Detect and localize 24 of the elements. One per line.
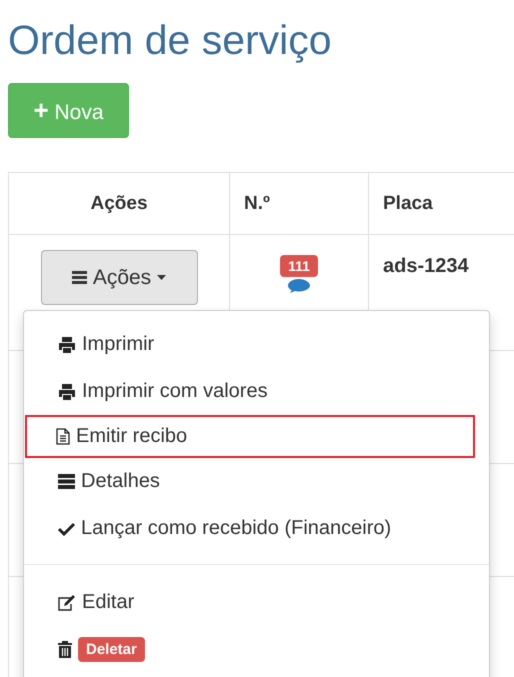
- menu-item[interactable]: Detalhes: [24, 458, 489, 505]
- column-header: N.º: [230, 172, 368, 234]
- printer-icon: [58, 336, 76, 352]
- menu-item[interactable]: Lançar como recebido (Financeiro): [24, 505, 489, 552]
- order-number: 111: [280, 255, 318, 277]
- trash-icon: [58, 641, 72, 658]
- menu-item[interactable]: Emitir recibo: [25, 415, 475, 458]
- menu-item[interactable]: Imprimir com valores: [24, 368, 489, 415]
- menu-item[interactable]: Imprimir: [24, 321, 489, 368]
- page-title: Ordem de serviço: [8, 16, 333, 65]
- delete-menu-item[interactable]: Deletar: [24, 626, 489, 673]
- list-icon: [72, 271, 87, 284]
- caret-icon: [157, 275, 166, 280]
- document-icon: [56, 428, 70, 445]
- comment-icon: [288, 279, 310, 293]
- printer-icon: [58, 384, 76, 400]
- column-header: Placa: [368, 172, 514, 234]
- column-header: Ações: [8, 172, 230, 234]
- list-icon: [58, 474, 75, 489]
- edit-icon: [58, 594, 76, 610]
- plate-cell: ads-1234: [383, 255, 469, 277]
- menu-item[interactable]: Editar: [24, 579, 489, 626]
- actions-dropdown-button[interactable]: Ações: [40, 250, 198, 305]
- check-icon: [58, 522, 75, 536]
